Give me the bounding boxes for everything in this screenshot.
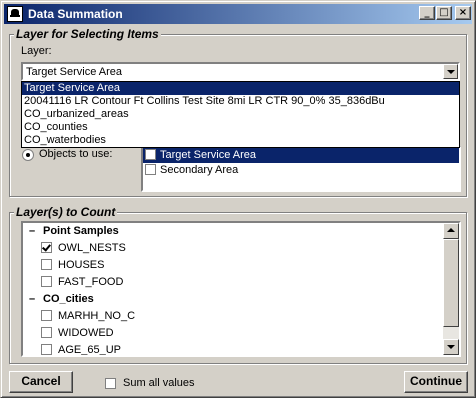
sum-all-checkbox[interactable]	[105, 378, 116, 389]
title-bar[interactable]: Data Summation _ □ ×	[4, 4, 472, 24]
minimize-button[interactable]: _	[419, 6, 435, 20]
layer-checkbox[interactable]	[41, 309, 52, 321]
object-label: Secondary Area	[160, 164, 239, 176]
objects-label: Objects to use:	[39, 148, 113, 160]
tree-group-heading[interactable]: – CO_cities	[25, 293, 94, 305]
collapse-icon[interactable]: –	[25, 225, 39, 237]
tree-label: HOUSES	[58, 259, 105, 271]
tree-item[interactable]: HOUSES	[41, 258, 105, 271]
objects-listbox[interactable]: Target Service Area Secondary Area	[141, 146, 461, 192]
collapse-icon[interactable]: –	[25, 293, 39, 305]
dropdown-option[interactable]: Target Service Area	[22, 82, 459, 95]
close-button[interactable]: ×	[455, 6, 471, 20]
cancel-button[interactable]: Cancel	[9, 371, 73, 393]
layer-label: Layer:	[21, 45, 52, 57]
scroll-up-arrow-icon[interactable]	[443, 223, 459, 239]
layer-dropdown-list[interactable]: Target Service Area 20041116 LR Contour F…	[21, 81, 460, 148]
scroll-thumb[interactable]	[443, 239, 459, 327]
tree-label: OWL_NESTS	[58, 242, 126, 254]
layer-selection-legend: Layer for Selecting Items	[14, 27, 161, 41]
scroll-down-arrow-icon[interactable]	[443, 339, 459, 355]
sum-all-label: Sum all values	[123, 377, 195, 389]
maximize-button[interactable]: □	[436, 6, 452, 20]
tree-group-heading[interactable]: – Point Samples	[25, 225, 119, 237]
objects-radio[interactable]	[22, 149, 34, 161]
dropdown-option[interactable]: CO_waterbodies	[22, 134, 459, 147]
tree-label: AGE_65_UP	[58, 344, 121, 355]
layer-checkbox[interactable]	[41, 258, 52, 270]
app-icon	[7, 6, 23, 22]
layer-combobox-value: Target Service Area	[26, 66, 122, 78]
tree-label: MARHH_NO_C	[58, 310, 136, 322]
object-list-item[interactable]: Target Service Area	[143, 148, 459, 163]
dropdown-option[interactable]: 20041116 LR Contour Ft Collins Test Site…	[22, 95, 459, 108]
count-layers-tree[interactable]: – Point Samples OWL_NESTS HOUSES FAST_FOOD – C…	[21, 221, 461, 357]
object-checkbox[interactable]	[145, 148, 156, 160]
layer-checkbox[interactable]	[41, 343, 52, 355]
data-summation-window: Data Summation _ □ × Layer for Selecting…	[0, 0, 476, 398]
object-label: Target Service Area	[160, 149, 256, 161]
chevron-down-icon[interactable]	[443, 64, 458, 79]
tree-label: FAST_FOOD	[58, 276, 124, 288]
tree-label: CO_cities	[43, 293, 94, 305]
window-title: Data Summation	[28, 7, 123, 21]
dropdown-option[interactable]: CO_urbanized_areas	[22, 108, 459, 121]
tree-item[interactable]: FAST_FOOD	[41, 275, 124, 288]
tree-item[interactable]: MARHH_NO_C	[41, 309, 136, 322]
tree-label: WIDOWED	[58, 327, 114, 339]
layers-to-count-legend: Layer(s) to Count	[14, 205, 118, 219]
vertical-scrollbar[interactable]	[443, 223, 459, 355]
tree-item[interactable]: AGE_65_UP	[41, 343, 121, 355]
dropdown-option[interactable]: CO_counties	[22, 121, 459, 134]
tree-label: Point Samples	[43, 225, 119, 237]
continue-button[interactable]: Continue	[404, 371, 468, 393]
layer-checkbox[interactable]	[41, 326, 52, 338]
tree-item[interactable]: OWL_NESTS	[41, 241, 126, 254]
object-list-item[interactable]: Secondary Area	[143, 163, 459, 178]
object-checkbox[interactable]	[145, 163, 156, 175]
layer-combobox[interactable]: Target Service Area	[21, 62, 460, 81]
layer-checkbox[interactable]	[41, 275, 52, 287]
tree-item[interactable]: WIDOWED	[41, 326, 114, 339]
layer-checkbox[interactable]	[41, 241, 52, 253]
